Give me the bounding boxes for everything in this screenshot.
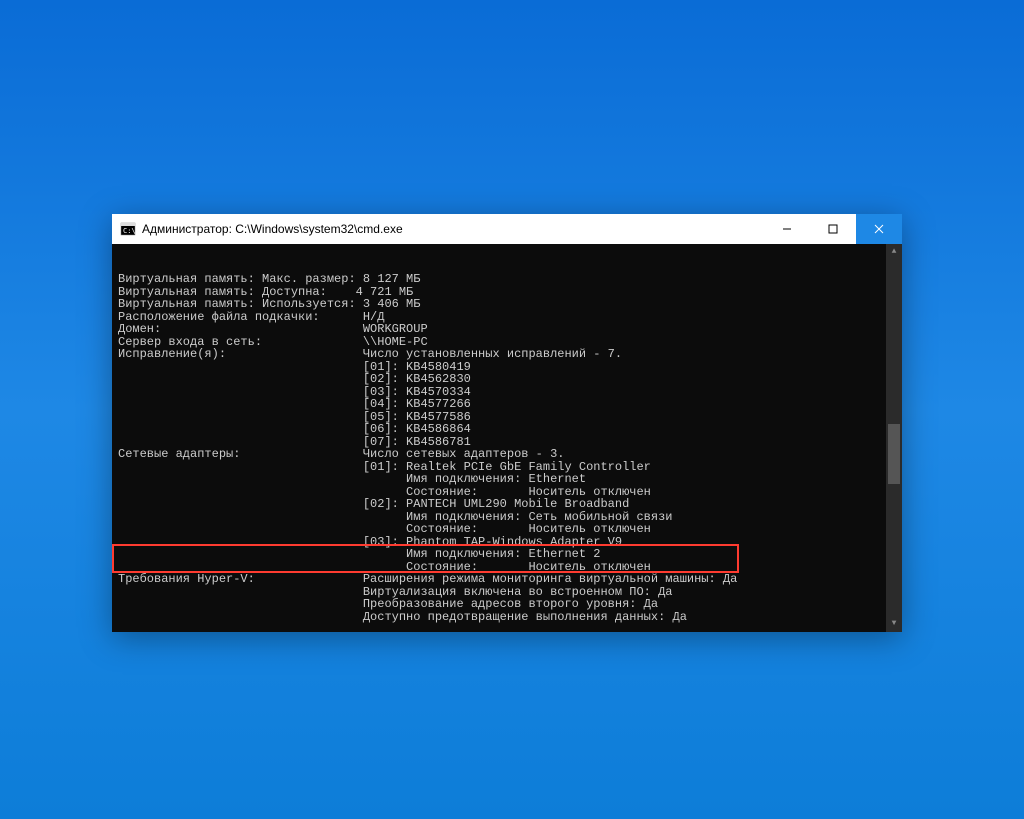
terminal-line: Доступно предотвращение выполнения данны… [118,611,900,624]
scroll-down-arrow[interactable]: ▼ [886,616,902,632]
terminal-line: Сетевые адаптеры: Число сетевых адаптеро… [118,448,900,461]
terminal-line: [04]: KB4577266 [118,398,900,411]
terminal-line: Исправление(я): Число установленных испр… [118,348,900,361]
terminal-line [118,623,900,632]
scroll-up-arrow[interactable]: ▲ [886,244,902,260]
terminal-output[interactable]: Виртуальная память: Макс. размер: 8 127 … [112,244,902,632]
terminal-line: [02]: PANTECH UML290 Mobile Broadband [118,498,900,511]
scrollbar-thumb[interactable] [888,424,900,484]
cmd-window: C:\ Администратор: C:\Windows\system32\c… [112,214,902,632]
terminal-line: Виртуальная память: Используется: 3 406 … [118,298,900,311]
terminal-line: Имя подключения: Ethernet [118,473,900,486]
cmd-icon: C:\ [120,221,136,237]
scrollbar-vertical[interactable]: ▲ ▼ [886,244,902,632]
terminal-line: [06]: KB4586864 [118,423,900,436]
terminal-line: [02]: KB4562830 [118,373,900,386]
maximize-button[interactable] [810,214,856,244]
terminal-line: Имя подключения: Ethernet 2 [118,548,900,561]
window-controls [764,214,902,244]
terminal-line: Виртуальная память: Макс. размер: 8 127 … [118,273,900,286]
titlebar[interactable]: C:\ Администратор: C:\Windows\system32\c… [112,214,902,244]
terminal-line: Требования Hyper-V: Расширения режима мо… [118,573,900,586]
window-title: Администратор: C:\Windows\system32\cmd.e… [142,222,764,236]
terminal-line: Преобразование адресов второго уровня: Д… [118,598,900,611]
terminal-line: Домен: WORKGROUP [118,323,900,336]
svg-text:C:\: C:\ [123,227,136,235]
close-button[interactable] [856,214,902,244]
minimize-button[interactable] [764,214,810,244]
terminal-line: Состояние: Носитель отключен [118,523,900,536]
